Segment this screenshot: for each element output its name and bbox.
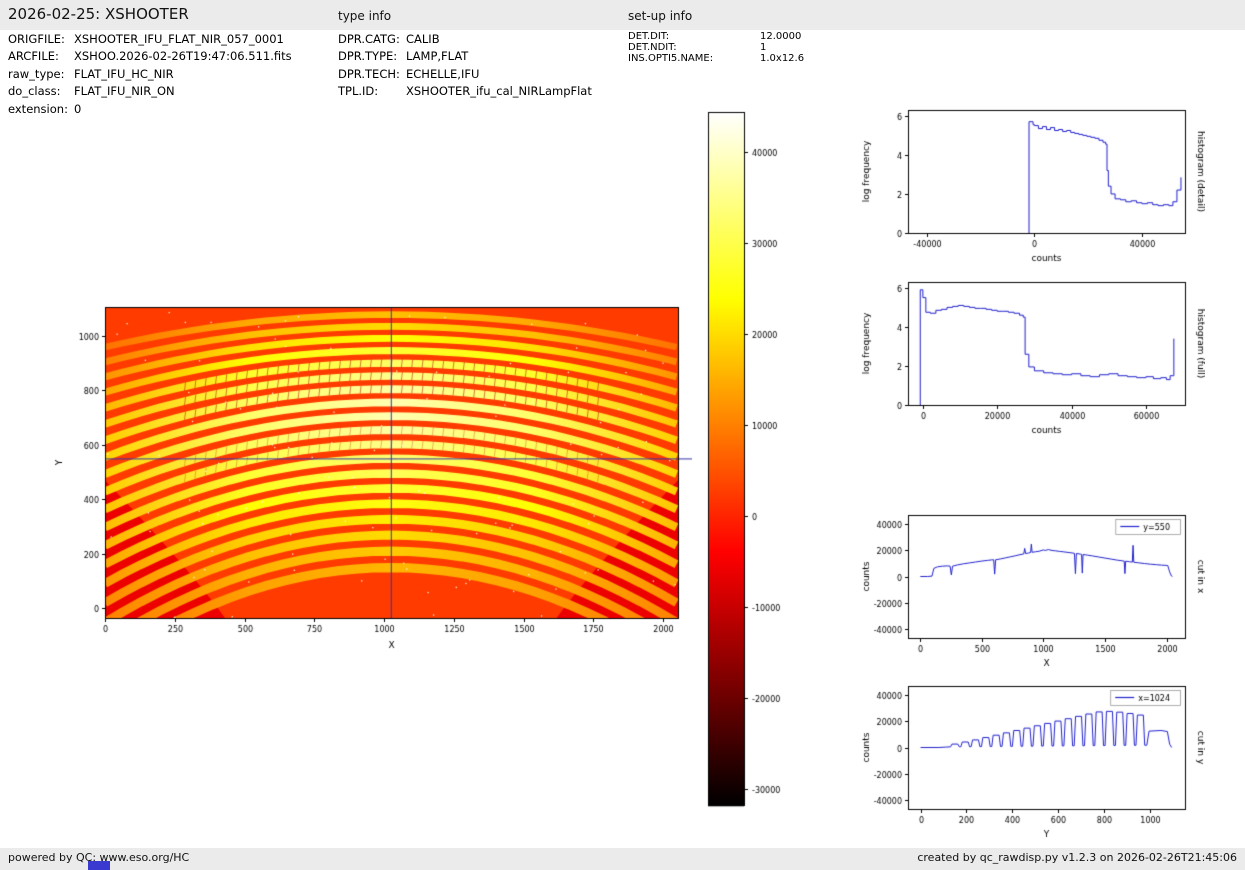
meta-value: XSHOOTER_ifu_cal_NIRLampFlat xyxy=(406,84,592,98)
cut-in-y-plot xyxy=(860,676,1205,861)
meta-label: ORIGFILE: xyxy=(8,31,74,48)
meta-row-extension: extension:0 xyxy=(8,101,292,118)
meta-value: FLAT_IFU_NIR_ON xyxy=(74,84,175,98)
meta-label: DPR.CATG: xyxy=(338,31,406,48)
colorbar xyxy=(698,98,818,828)
meta-value: 1.0x12.6 xyxy=(760,53,804,64)
footer-created-by: created by qc_rawdisp.py v1.2.3 on 2026-… xyxy=(917,851,1237,864)
meta-value: 12.0000 xyxy=(760,31,801,42)
meta-value: XSHOO.2026-02-26T19:47:06.511.fits xyxy=(74,49,292,63)
histogram-detail-plot xyxy=(860,100,1205,285)
setup-info-block: DET.DIT:12.0000 DET.NDIT:1 INS.OPTI5.NAM… xyxy=(628,31,804,64)
type-info-block: DPR.CATG:CALIB DPR.TYPE:LAMP,FLAT DPR.TE… xyxy=(338,31,592,101)
page-title: 2026-02-25: XSHOOTER xyxy=(8,5,189,23)
meta-value: LAMP,FLAT xyxy=(406,49,468,63)
meta-label: raw_type: xyxy=(8,66,74,83)
meta-row-insopti5: INS.OPTI5.NAME:1.0x12.6 xyxy=(628,53,804,64)
meta-row-rawtype: raw_type:FLAT_IFU_HC_NIR xyxy=(8,66,292,83)
histogram-full-plot xyxy=(860,272,1205,457)
file-info-block: ORIGFILE:XSHOOTER_IFU_FLAT_NIR_057_0001 … xyxy=(8,31,292,118)
meta-row-dprtech: DPR.TECH:ECHELLE,IFU xyxy=(338,66,592,83)
meta-row-dprtype: DPR.TYPE:LAMP,FLAT xyxy=(338,48,592,65)
meta-label: DPR.TYPE: xyxy=(338,48,406,65)
meta-row-origfile: ORIGFILE:XSHOOTER_IFU_FLAT_NIR_057_0001 xyxy=(8,31,292,48)
footer-blue-artifact xyxy=(88,861,110,870)
meta-value: FLAT_IFU_HC_NIR xyxy=(74,67,174,81)
header-bar: 2026-02-25: XSHOOTER type info set-up in… xyxy=(0,0,1245,30)
meta-row-tplid: TPL.ID:XSHOOTER_ifu_cal_NIRLampFlat xyxy=(338,83,592,100)
meta-value: ECHELLE,IFU xyxy=(406,67,479,81)
meta-row-detdit: DET.DIT:12.0000 xyxy=(628,31,804,42)
footer-bar: powered by QC: www.eso.org/HC created by… xyxy=(0,848,1245,870)
meta-label: DET.NDIT: xyxy=(628,42,760,53)
type-info-heading: type info xyxy=(338,9,391,23)
meta-row-doclass: do_class:FLAT_IFU_NIR_ON xyxy=(8,83,292,100)
raw-detector-image-plot xyxy=(0,272,700,672)
meta-row-arcfile: ARCFILE:XSHOO.2026-02-26T19:47:06.511.fi… xyxy=(8,48,292,65)
cut-in-x-plot xyxy=(860,505,1205,690)
meta-row-detndit: DET.NDIT:1 xyxy=(628,42,804,53)
meta-label: TPL.ID: xyxy=(338,83,406,100)
meta-label: ARCFILE: xyxy=(8,48,74,65)
meta-row-dprcatg: DPR.CATG:CALIB xyxy=(338,31,592,48)
meta-label: DET.DIT: xyxy=(628,31,760,42)
meta-label: DPR.TECH: xyxy=(338,66,406,83)
meta-label: INS.OPTI5.NAME: xyxy=(628,53,760,64)
meta-value: XSHOOTER_IFU_FLAT_NIR_057_0001 xyxy=(74,32,284,46)
meta-value: CALIB xyxy=(406,32,440,46)
meta-label: do_class: xyxy=(8,83,74,100)
meta-value: 0 xyxy=(74,102,81,116)
setup-info-heading: set-up info xyxy=(628,9,692,23)
meta-label: extension: xyxy=(8,101,74,118)
meta-value: 1 xyxy=(760,42,766,53)
